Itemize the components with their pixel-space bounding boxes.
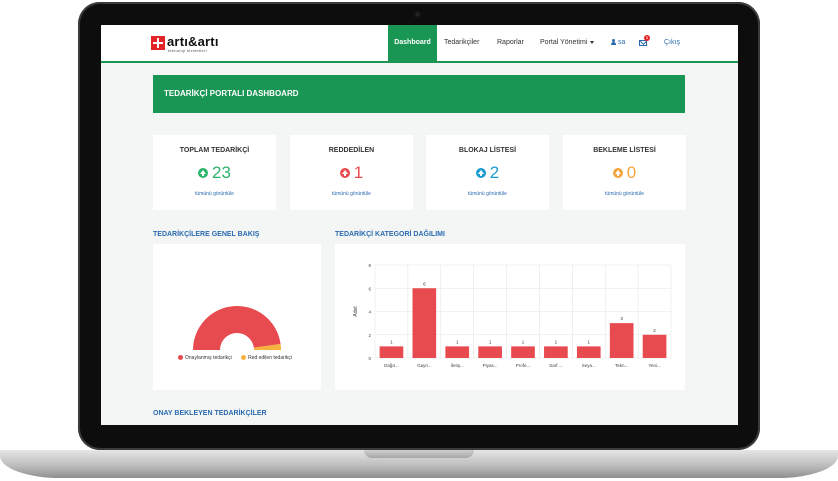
bar-6 (576, 346, 601, 358)
y-tick-label: 8 (368, 263, 371, 268)
y-axis-label: Adet (353, 306, 359, 317)
stat-value-row: 1 (290, 163, 413, 183)
navbar: artı&artı teknoloji hizmetleri Dashboard… (101, 25, 738, 63)
bar-value-label: 1 (522, 339, 525, 344)
category-title: TEDARİKÇİ KATEGORİ DAĞILIMI (335, 231, 445, 238)
arrow-up-icon (612, 168, 623, 178)
legend-swatch-approved (178, 355, 183, 361)
user-name: sa (618, 39, 626, 46)
bar-value-label: 1 (456, 339, 459, 344)
stat-card-bekleme: BEKLEME LİSTESİ 0 tümünü görüntüle (563, 135, 686, 210)
nav-tedarikciler[interactable]: Tedarikçiler (444, 25, 479, 61)
x-tick-label: Piyas... (483, 363, 498, 368)
stat-card-toplam: TOPLAM TEDARİKÇİ 23 tümünü görüntüle (153, 135, 276, 210)
view-all-link[interactable]: tümünü görüntüle (290, 191, 413, 197)
stat-value-row: 2 (426, 163, 549, 183)
dashboard-banner: TEDARİKÇİ PORTALI DASHBOARD (153, 75, 685, 113)
y-tick-label: 2 (368, 333, 371, 338)
plus-logo-icon (151, 36, 165, 50)
stat-value: 2 (489, 163, 500, 182)
pie-legend: Onaylanmış tedarikçi Red edilen tedarikç… (178, 355, 292, 361)
y-tick-label: 6 (368, 286, 371, 291)
stat-value: 1 (353, 163, 364, 182)
x-tick-label: Sarf ... (549, 363, 562, 368)
bar-7 (609, 323, 634, 358)
stat-value-row: 23 (153, 163, 276, 183)
bar-1 (412, 288, 437, 358)
user-icon (611, 39, 616, 46)
view-all-link[interactable]: tümünü görüntüle (426, 191, 549, 197)
x-tick-label: Gayri... (417, 363, 432, 368)
x-tick-label: Tekn... (615, 363, 628, 368)
nav-portal-label: Portal Yönetimi (540, 39, 588, 46)
stat-value: 0 (626, 163, 637, 182)
x-tick-label: Yeni... (648, 363, 660, 368)
nav-portal-yonetimi[interactable]: Portal Yönetimi (540, 25, 595, 61)
bar-3 (478, 346, 502, 358)
arrow-up-icon (475, 168, 486, 178)
bar-5 (544, 346, 568, 358)
bar-value-label: 6 (423, 281, 426, 286)
bar-2 (445, 346, 470, 358)
bar-value-label: 1 (390, 339, 393, 344)
stat-label: TOPLAM TEDARİKÇİ (179, 147, 250, 154)
y-tick-label: 4 (368, 310, 371, 315)
bar-chart: 0 2 4 6 8 Adet 1 Dağıt... 6 Gayri... 1 İletiş... 1 Pi… (353, 263, 672, 368)
category-panel: 0 2 4 6 8 Adet 1 Dağıt... 6 Gayri... 1 İletiş... 1 Pi… (335, 244, 685, 390)
caret-down-icon (590, 40, 595, 44)
stat-label: BEKLEME LİSTESİ (593, 147, 656, 154)
arrow-up-icon (339, 168, 350, 178)
stat-label: REDDEDİLEN (328, 147, 375, 154)
laptop-notch (364, 450, 474, 458)
legend-rejected: Red edilen tedarikçi (248, 355, 292, 361)
x-tick-label: Profe... (516, 363, 531, 368)
y-tick-label: 0 (368, 356, 371, 361)
nav-dashboard[interactable]: Dashboard (388, 25, 437, 61)
stat-card-reddedilen: REDDEDİLEN 1 tümünü görüntüle (290, 135, 413, 210)
brand-subtitle: teknoloji hizmetleri (168, 48, 207, 53)
bar-value-label: 3 (620, 316, 623, 321)
x-tick-label: İletiş... (451, 362, 464, 368)
legend-swatch-rejected (241, 355, 247, 361)
x-tick-label: Dağıt... (384, 363, 399, 368)
arrow-up-icon (198, 168, 209, 178)
bar-4 (511, 346, 535, 358)
notification-badge: 5 (644, 35, 650, 41)
stat-value: 23 (212, 163, 231, 182)
brand-name: artı&artı (167, 34, 219, 49)
stat-card-blokaj: BLOKAJ LİSTESİ 2 tümünü görüntüle (426, 135, 549, 210)
camera-icon (414, 11, 421, 18)
stat-value-row: 0 (563, 163, 686, 183)
bar-value-label: 1 (555, 339, 558, 344)
bar-value-label: 2 (653, 328, 656, 333)
nav-raporlar[interactable]: Raporlar (497, 25, 524, 61)
screen: artı&artı teknoloji hizmetleri Dashboard… (101, 25, 738, 425)
page-title: TEDARİKÇİ PORTALI DASHBOARD (164, 89, 299, 98)
nav-user[interactable]: sa (611, 25, 625, 61)
bar-value-label: 1 (489, 339, 492, 344)
pending-title: ONAY BEKLEYEN TEDARİKÇİLER (153, 410, 267, 417)
x-tick-label: Seya... (582, 363, 596, 368)
view-all-link[interactable]: tümünü görüntüle (563, 191, 686, 197)
pie-chart (193, 306, 281, 350)
pie-slice-0 (193, 306, 281, 350)
bar-0 (379, 346, 404, 358)
bar-value-label: 1 (588, 339, 591, 344)
stat-label: BLOKAJ LİSTESİ (458, 147, 517, 154)
view-all-link[interactable]: tümünü görüntüle (153, 191, 276, 197)
legend-approved: Onaylanmış tedarikçi (185, 355, 232, 361)
bar-8 (642, 334, 667, 358)
overview-title: TEDARİKÇİLERE GENEL BAKIŞ (153, 231, 260, 238)
logout-link[interactable]: Çıkış (664, 25, 680, 61)
overview-panel (153, 244, 321, 390)
